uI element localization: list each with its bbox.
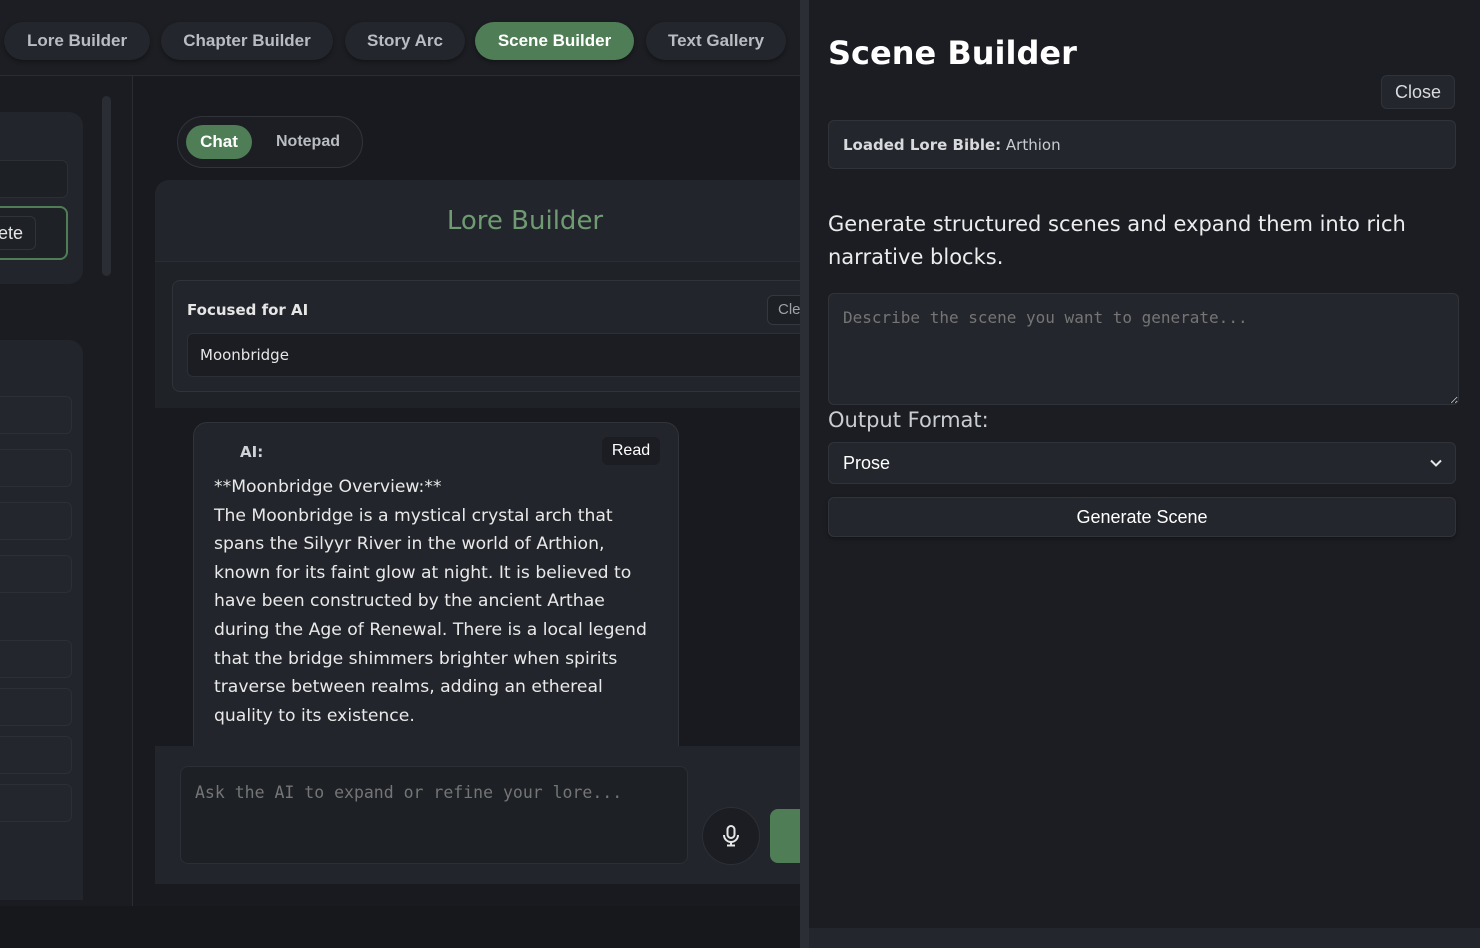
tab-label: Lore Builder	[26, 31, 128, 50]
microphone-icon	[723, 825, 739, 847]
sidebar-scrollbar[interactable]	[102, 96, 111, 276]
panel-divider[interactable]	[800, 0, 809, 948]
focus-label: Focused for AI	[187, 301, 309, 319]
list-item[interactable]	[0, 555, 72, 593]
list-item[interactable]	[0, 784, 72, 822]
scene-title: Scene Builder	[828, 34, 1077, 72]
list-item[interactable]	[0, 640, 72, 678]
delete-button-inner: Delete	[0, 216, 36, 250]
focus-section: Focused for AI Clear Moonbridge	[155, 262, 827, 408]
tab-lore-builder[interactable]: Lore Builder	[4, 22, 150, 60]
lore-bible-label: Loaded Lore Bible:	[843, 136, 1002, 154]
tab-label: Story Arc	[367, 31, 443, 50]
list-item[interactable]	[0, 396, 72, 434]
left-sidebar: Delete	[0, 76, 133, 906]
tab-label: Text Gallery	[667, 31, 765, 50]
close-button[interactable]: Close	[1381, 75, 1455, 109]
tab-text-gallery[interactable]: Text Gallery	[646, 22, 786, 60]
scene-prompt-input[interactable]	[828, 293, 1459, 405]
top-nav: Lore Builder Chapter Builder Story Arc S…	[0, 0, 800, 76]
message-text: **Moonbridge Overview:** The Moonbridge …	[214, 477, 647, 726]
read-aloud-button[interactable]: Read	[602, 437, 660, 465]
microphone-button[interactable]	[702, 807, 760, 865]
page-footer	[0, 906, 800, 948]
focus-input[interactable]: Moonbridge	[187, 333, 827, 377]
delete-lore-button[interactable]: Delete	[0, 206, 68, 260]
chat-composer	[155, 746, 810, 884]
chat-input[interactable]	[180, 766, 688, 864]
chat-area: Chat Notepad Lore Builder Focused for AI…	[133, 76, 827, 906]
tab-chapter-builder[interactable]: Chapter Builder	[161, 22, 333, 60]
panel-title: Lore Builder	[446, 206, 604, 236]
lore-bible-value: Arthion	[1005, 136, 1061, 154]
lore-name-input[interactable]	[0, 160, 68, 198]
chevron-down-icon	[1430, 459, 1442, 467]
chat-notepad-toggle: Chat Notepad	[177, 116, 363, 168]
ai-message: AI: Read **Moonbridge Overview:** The Mo…	[193, 422, 679, 752]
notepad-toggle-button[interactable]: Notepad	[264, 125, 352, 159]
list-item[interactable]	[0, 736, 72, 774]
chat-toggle-button[interactable]: Chat	[186, 125, 252, 159]
tab-label: Scene Builder	[497, 31, 612, 50]
panel-footer	[809, 928, 1480, 948]
tab-story-arc[interactable]: Story Arc	[345, 22, 465, 60]
selected-format: Prose	[843, 453, 891, 473]
generate-scene-button[interactable]: Generate Scene	[828, 497, 1456, 537]
tab-scene-builder[interactable]: Scene Builder	[475, 22, 634, 60]
scene-builder-panel: Scene Builder Close Loaded Lore Bible: A…	[809, 0, 1480, 948]
list-item[interactable]	[0, 449, 72, 487]
list-item[interactable]	[0, 688, 72, 726]
focus-card: Focused for AI Clear Moonbridge	[172, 280, 827, 392]
loaded-lore-bible: Loaded Lore Bible: Arthion	[828, 120, 1456, 169]
output-format-label: Output Format:	[828, 408, 989, 432]
scene-description: Generate structured scenes and expand th…	[828, 212, 1406, 269]
delete-label: Delete	[0, 222, 24, 243]
output-format-select[interactable]: Prose	[828, 442, 1456, 484]
message-author: AI:	[240, 443, 264, 461]
lore-builder-header: Lore Builder	[155, 180, 800, 262]
tab-label: Chapter Builder	[183, 31, 311, 50]
list-item[interactable]	[0, 502, 72, 540]
